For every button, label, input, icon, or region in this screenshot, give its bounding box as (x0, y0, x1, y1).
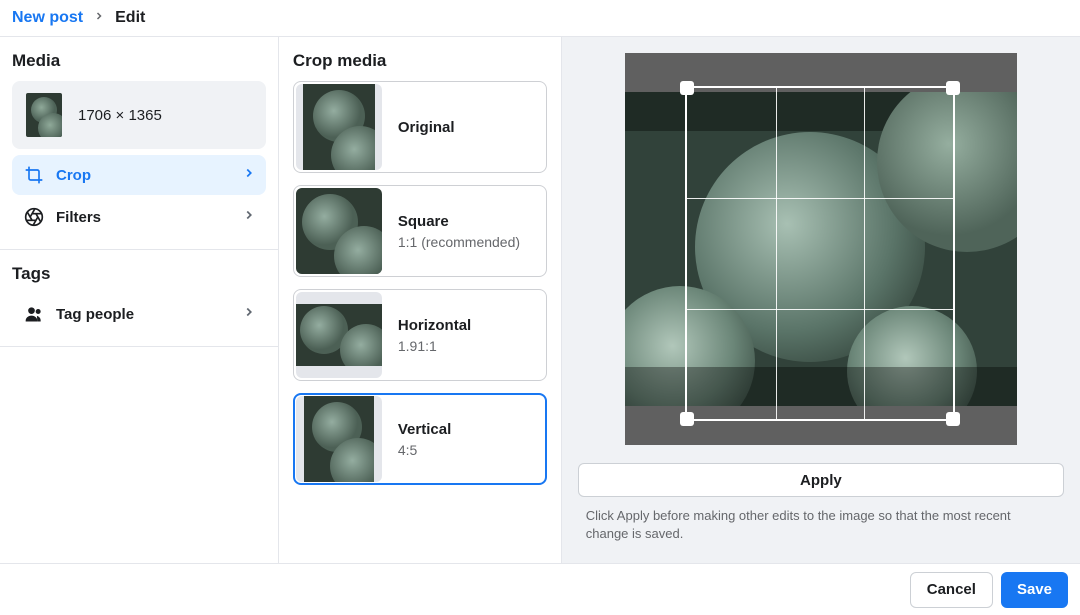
preview-panel: Apply Click Apply before making other ed… (562, 37, 1080, 563)
crop-handle-top-right[interactable] (946, 81, 960, 95)
sidebar: Media 1706 × 1365 Crop Filters Tags (0, 37, 279, 563)
crop-thumb-square (296, 188, 382, 274)
crop-handle-bottom-left[interactable] (680, 412, 694, 426)
apply-hint: Click Apply before making other edits to… (586, 507, 1056, 542)
save-button[interactable]: Save (1001, 572, 1068, 608)
chevron-right-icon (242, 305, 256, 323)
gridline (776, 88, 777, 419)
crop-option-label: Vertical (398, 421, 451, 438)
people-icon (24, 304, 44, 324)
gridline (687, 198, 953, 199)
sidebar-item-label: Filters (56, 209, 101, 226)
crop-options-panel: Crop media Original Square 1:1 (recommen… (279, 37, 562, 563)
sidebar-item-tag-people[interactable]: Tag people (12, 294, 266, 334)
sidebar-item-crop[interactable]: Crop (12, 155, 266, 195)
crop-option-sublabel: 1.91:1 (398, 338, 471, 354)
sidebar-item-filters[interactable]: Filters (12, 197, 266, 237)
media-section-title: Media (12, 51, 266, 71)
crop-option-vertical[interactable]: Vertical 4:5 (293, 393, 547, 485)
divider (0, 249, 278, 250)
crop-option-label: Horizontal (398, 317, 471, 334)
crop-option-label: Square (398, 213, 520, 230)
gridline (864, 88, 865, 419)
crop-thumb-vertical (296, 396, 382, 482)
breadcrumb-current: Edit (115, 9, 145, 27)
crop-option-horizontal[interactable]: Horizontal 1.91:1 (293, 289, 547, 381)
cancel-button[interactable]: Cancel (910, 572, 993, 608)
crop-frame[interactable] (685, 86, 955, 421)
crop-option-label: Original (398, 119, 455, 136)
crop-icon (24, 165, 44, 185)
media-item[interactable]: 1706 × 1365 (12, 81, 266, 149)
chevron-right-icon (93, 9, 105, 27)
crop-handle-top-left[interactable] (680, 81, 694, 95)
crop-option-square[interactable]: Square 1:1 (recommended) (293, 185, 547, 277)
apply-button[interactable]: Apply (578, 463, 1064, 497)
sidebar-item-label: Tag people (56, 306, 134, 323)
footer: Cancel Save (0, 563, 1080, 615)
breadcrumb-parent-link[interactable]: New post (12, 9, 83, 27)
chevron-right-icon (242, 166, 256, 184)
crop-option-sublabel: 4:5 (398, 442, 451, 458)
media-thumbnail (26, 93, 62, 137)
divider (0, 346, 278, 347)
crop-option-sublabel: 1:1 (recommended) (398, 234, 520, 250)
breadcrumb: New post Edit (0, 0, 1080, 37)
gridline (687, 309, 953, 310)
preview-canvas[interactable] (625, 53, 1017, 445)
sidebar-item-label: Crop (56, 167, 91, 184)
crop-handle-bottom-right[interactable] (946, 412, 960, 426)
crop-option-original[interactable]: Original (293, 81, 547, 173)
crop-thumb-original (296, 84, 382, 170)
crop-media-title: Crop media (293, 51, 547, 71)
aperture-icon (24, 207, 44, 227)
media-dimensions: 1706 × 1365 (78, 107, 162, 124)
chevron-right-icon (242, 208, 256, 226)
crop-thumb-horizontal (296, 292, 382, 378)
tags-section-title: Tags (12, 264, 266, 284)
